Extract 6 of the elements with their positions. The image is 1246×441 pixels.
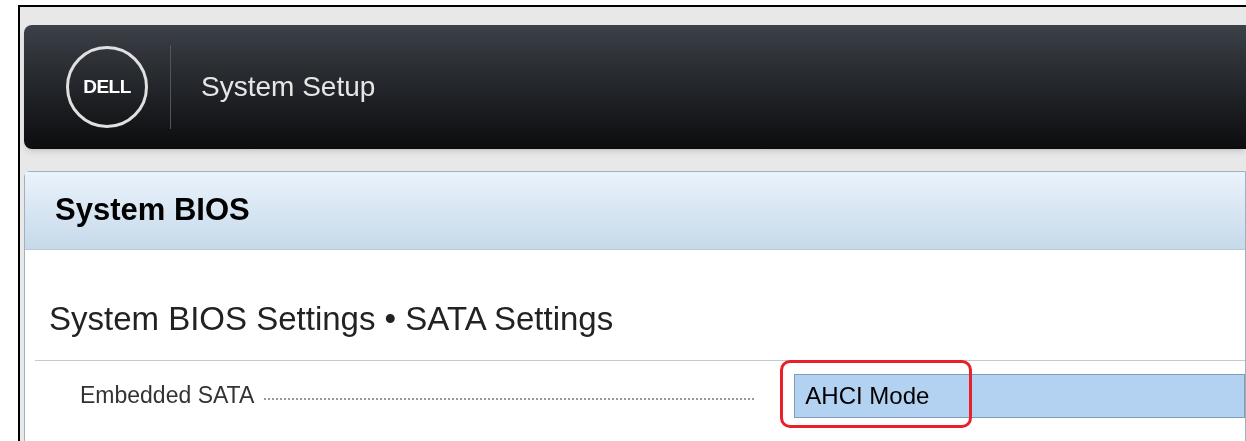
page-subtitle: System BIOS Settings • SATA Settings [49,300,614,337]
mode-dropdown[interactable]: AHCI Mode [794,373,1245,418]
panel-title: System BIOS [55,191,250,230]
logo-icon: DELL [66,46,148,128]
app-title: System Setup [201,70,376,104]
setting-label: Embedded SATA [80,381,255,411]
